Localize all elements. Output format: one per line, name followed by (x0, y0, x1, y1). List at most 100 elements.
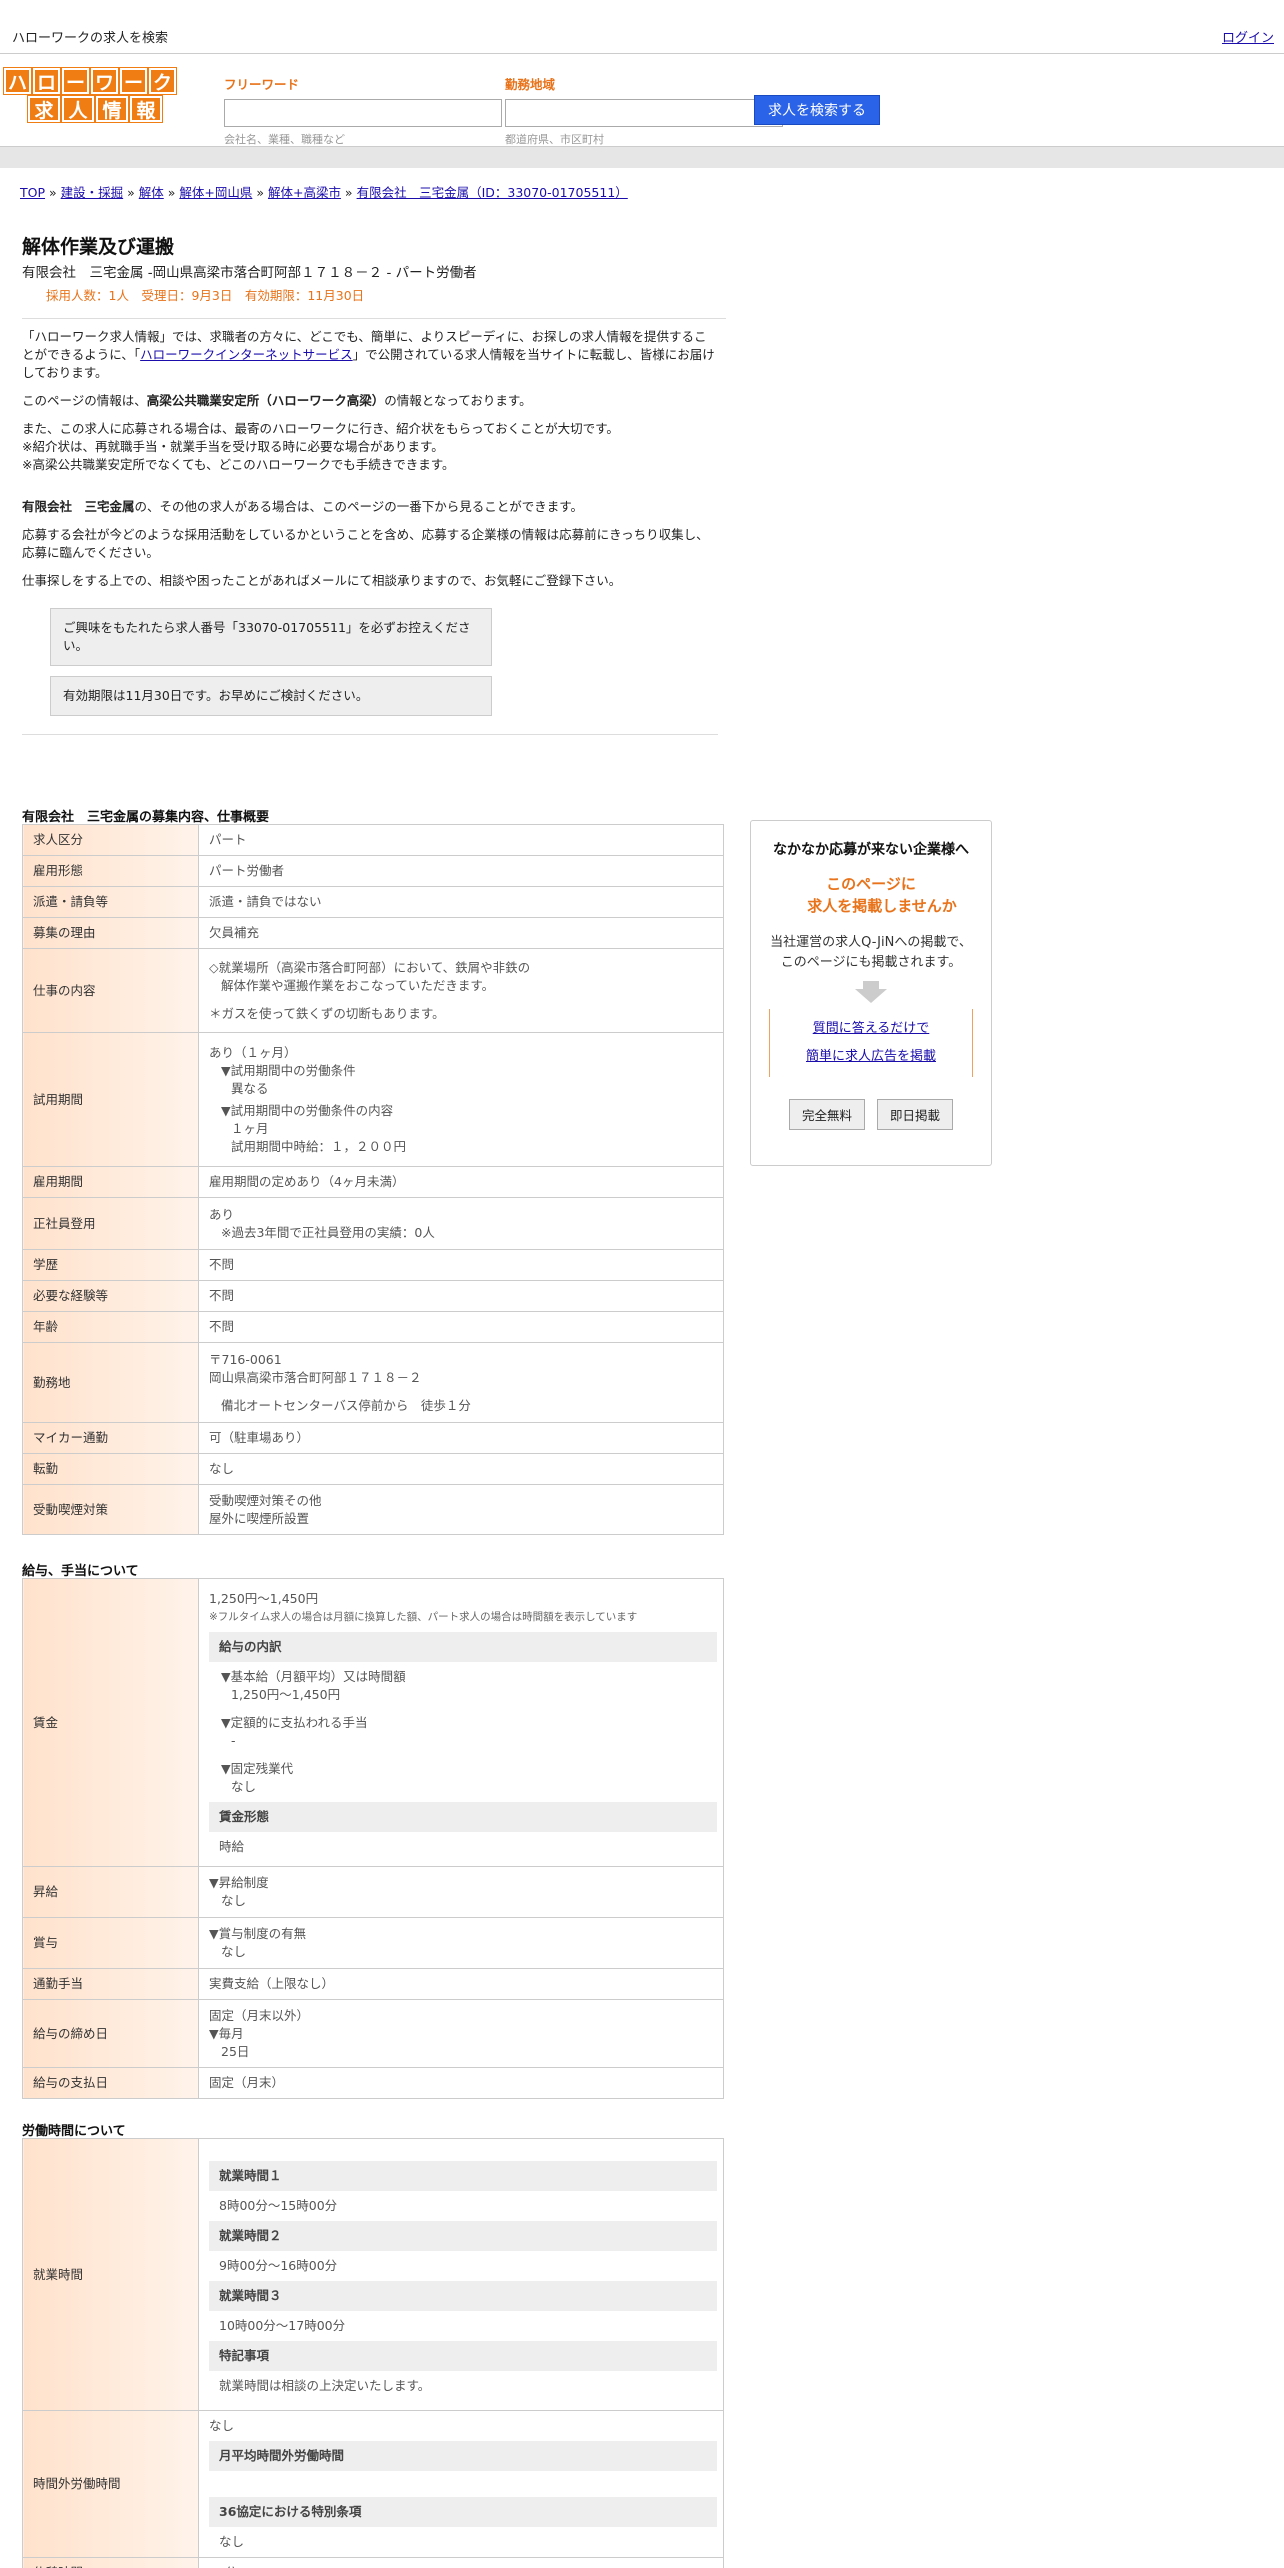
intro-text-part: の、その他の求人がある場合は、このページの一番下から見ることができます。 (134, 499, 584, 514)
logo-char: ー (62, 68, 89, 94)
breadcrumb-link[interactable]: 解体 (139, 185, 164, 200)
same-day-button[interactable]: 即日掲載 (877, 1099, 954, 1130)
value-line: ◇就業場所（高梁市落合町阿部）において、鉄屑や非鉄の (209, 959, 531, 975)
value-line: 〒716-0061 (209, 1351, 282, 1367)
ad-description-line: 当社運営の求人Q-JiNへの掲載で、 (770, 935, 972, 950)
breadcrumb-link[interactable]: 有限会社 三宅金属（ID：33070-01705511） (357, 185, 628, 200)
row-key: 通勤手当 (22, 1968, 199, 2000)
breadcrumb-link[interactable]: 解体+岡山県 (179, 185, 252, 200)
row-key: 募集の理由 (22, 917, 199, 949)
breadcrumb: TOP » 建設・採掘 » 解体 » 解体+岡山県 » 解体+高梁市 » 有限会… (20, 182, 628, 201)
intro-text-part: ※紹介状は、再就職手当・就業手当を受け取る時に必要な場合があります。 (22, 439, 444, 454)
freeword-label: フリーワード (224, 77, 300, 92)
row-value: パート (198, 824, 724, 856)
value-line: 時給 (219, 1838, 245, 1854)
ad-offer: このページに 求人を掲載しませんか (751, 873, 991, 917)
table-row: 必要な経験等 不問 (22, 1280, 724, 1312)
divider (22, 734, 718, 735)
value-line: なし (209, 2418, 235, 2433)
area-field: 勤務地域 都道府県、市区町村 (505, 74, 783, 147)
notice-box: ご興味をもたれたら求人番号「33070-01705511」を必ずお控えください。 (50, 608, 492, 666)
intro-paragraph: また、この求人に応募される場合は、最寄のハローワークに行き、紹介状をもらっておく… (22, 420, 718, 474)
site-logo[interactable]: ハ ロ ー ワ ー ク 求 人 情 報 (4, 68, 180, 124)
row-value: 〒716-0061 岡山県高梁市落合町阿部１７１８－２ 備北オートセンターバス停… (198, 1342, 724, 1423)
logo-char: ク (149, 68, 176, 94)
logo-char: ハ (4, 68, 31, 94)
breadcrumb-separator: » (340, 185, 357, 200)
row-value: 受動喫煙対策その他 屋外に喫煙所設置 (198, 1484, 724, 1535)
subheading: 特記事項 (209, 2340, 717, 2371)
breadcrumb-link[interactable]: 解体+高梁市 (268, 185, 341, 200)
table-row: 給与の締め日 固定（月末以外） ▼毎月 25日 (22, 1999, 724, 2068)
table-row: 求人区分 パート (22, 824, 724, 856)
table-row: 雇用期間 雇用期間の定めあり（4ヶ月未満） (22, 1166, 724, 1198)
job-subtitle: 有限会社 三宅金属 -岡山県高梁市落合町阿部１７１８－２ - パート労働者 (22, 265, 477, 281)
row-key: 試用期間 (22, 1032, 199, 1167)
logo-char: 求 (28, 96, 60, 122)
row-value: 派遣・請負ではない (198, 886, 724, 918)
intro-text-part: ※高梁公共職業安定所でなくても、どこのハローワークでも手続きできます。 (22, 457, 455, 472)
intro-text-part: また、この求人に応募される場合は、最寄のハローワークに行き、紹介状をもらっておく… (22, 421, 619, 436)
row-key: 正社員登用 (22, 1197, 199, 1250)
row-key: 給与の支払日 (22, 2067, 199, 2099)
breadcrumb-separator: » (123, 185, 139, 200)
logo-char: ー (120, 68, 147, 94)
freeword-input[interactable] (224, 99, 502, 127)
ad-buttons: 完全無料 即日掲載 (751, 1099, 991, 1130)
value-line: あり (209, 1206, 235, 1222)
ad-link[interactable]: 簡単に求人広告を掲載 (770, 1043, 972, 1071)
row-key: 賃金 (22, 1578, 199, 1867)
table-row: 仕事の内容 ◇就業場所（高梁市落合町阿部）において、鉄屑や非鉄の 解体作業や運搬… (22, 948, 724, 1033)
hours-table: 就業時間 就業時間１ 8時00分〜15時00分 就業時間２ 9時00分〜16時0… (22, 2138, 724, 2568)
subheading: 就業時間３ (209, 2280, 717, 2311)
hellowork-internet-link[interactable]: ハローワークインターネットサービス (140, 347, 353, 362)
row-value: ◇就業場所（高梁市落合町阿部）において、鉄屑や非鉄の 解体作業や運搬作業をおこな… (198, 948, 724, 1033)
logo-char: 情 (96, 96, 128, 122)
ad-offer-line: 求人を掲載しませんか (807, 897, 957, 915)
value-line: ▼賞与制度の有無 (209, 1926, 307, 1941)
value-line: 25日 (221, 2043, 250, 2059)
table-row: 勤務地 〒716-0061 岡山県高梁市落合町阿部１７１８－２ 備北オートセンタ… (22, 1342, 724, 1423)
search-button[interactable]: 求人を検索する (754, 95, 880, 125)
area-hint: 都道府県、市区町村 (505, 133, 604, 146)
value-line: 屋外に喫煙所設置 (209, 1510, 310, 1526)
row-value: 可（駐車場あり） (198, 1422, 724, 1454)
breadcrumb-link[interactable]: TOP (20, 185, 45, 200)
ad-link[interactable]: 質問に答えるだけで (770, 1015, 972, 1043)
intro-paragraph: 応募する会社が今どのような採用活動をしているかということを含め、応募する企業様の… (22, 527, 709, 560)
row-key: 雇用期間 (22, 1166, 199, 1198)
value-line: 解体作業や運搬作業をおこなっていただきます。 (221, 977, 495, 993)
office-name: 高梁公共職業安定所（ハローワーク高梁） (146, 393, 385, 408)
login-link[interactable]: ログイン (1222, 27, 1274, 46)
ad-title: なかなか応募が来ない企業様へ (773, 842, 969, 858)
section-title-hours: 労働時間について (22, 2124, 126, 2139)
intro-paragraph: 有限会社 三宅金属の、その他の求人がある場合は、このページの一番下から見ることが… (22, 498, 718, 516)
ad-description-line: このページにも掲載されます。 (780, 955, 962, 970)
job-title: 解体作業及び運搬 (22, 236, 175, 258)
row-value: あり（１ヶ月） ▼試用期間中の労働条件 異なる ▼試用期間中の労働条件の内容 １… (198, 1032, 724, 1167)
row-key: 給与の締め日 (22, 1999, 199, 2068)
section-title-overview: 有限会社 三宅金属の募集内容、仕事概要 (22, 810, 270, 825)
subheading: 給与の内訳 (209, 1631, 717, 1662)
table-row: 通勤手当 実費支給（上限なし） (22, 1968, 724, 2000)
value-line: 10時00分〜17時00分 (219, 2317, 346, 2333)
row-key: 昇給 (22, 1866, 199, 1918)
subheading: 賃金形態 (209, 1801, 717, 1832)
advertise-box: なかなか応募が来ない企業様へ このページに 求人を掲載しませんか 当社運営の求人… (750, 820, 992, 1166)
breadcrumb-separator: » (45, 185, 61, 200)
job-meta: 採用人数：1人 受理日：9月3日 有効期限：11月30日 (46, 288, 365, 303)
row-value: ▼昇給制度 なし (198, 1866, 724, 1918)
area-input[interactable] (505, 99, 783, 127)
row-key: 賞与 (22, 1917, 199, 1969)
table-row: 受動喫煙対策 受動喫煙対策その他 屋外に喫煙所設置 (22, 1484, 724, 1535)
value-line: ▼試用期間中の労働条件 (221, 1062, 356, 1078)
row-key: 年齢 (22, 1311, 199, 1343)
free-button[interactable]: 完全無料 (788, 1099, 865, 1130)
value-line: 岡山県高梁市落合町阿部１７１８－２ (209, 1369, 422, 1385)
breadcrumb-link[interactable]: 建設・採掘 (61, 185, 124, 200)
intro-text: 「ハローワーク求人情報」では、求職者の方々に、どこでも、簡単に、よりスピーディに… (22, 328, 718, 735)
value-line: なし (219, 2534, 245, 2549)
job-header: 解体作業及び運搬 有限会社 三宅金属 -岡山県高梁市落合町阿部１７１８－２ - … (22, 232, 726, 319)
row-key: 就業時間 (22, 2138, 199, 2411)
value-note: ※フルタイム求人の場合は月額に換算した額、パート求人の場合は時間額を表示していま… (209, 1610, 638, 1623)
